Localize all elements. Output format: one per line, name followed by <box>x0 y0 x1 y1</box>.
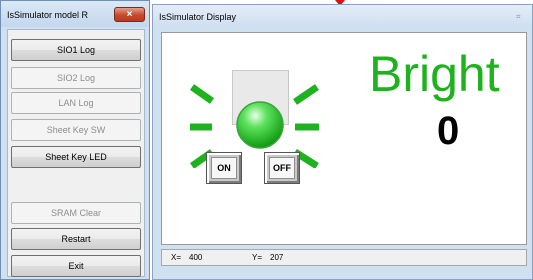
bright-value: 0 <box>437 109 460 153</box>
sio1-log-button[interactable]: SIO1 Log <box>11 39 141 61</box>
window-title: IsSimulator Display <box>159 12 237 22</box>
y-coordinate-value: 207 <box>270 253 284 262</box>
x-coordinate-label: X= <box>171 253 182 262</box>
sheet-key-led-button[interactable]: Sheet Key LED <box>11 146 141 168</box>
display-area: Bright 0 ON OFF <box>161 32 527 245</box>
bright-label: Bright <box>369 46 500 102</box>
sheet-key-sw-button[interactable]: Sheet Key SW <box>11 119 141 141</box>
close-icon[interactable]: ⌗ <box>516 12 530 23</box>
led-ray <box>293 84 319 105</box>
window-title: IsSimulator model R <box>7 10 89 20</box>
on-button-label: ON <box>211 157 237 179</box>
led-ray <box>189 84 215 104</box>
simulator-display-window: IsSimulator Display ⌗ Bright 0 ON OFF X=… <box>152 4 533 280</box>
sram-clear-button[interactable]: SRAM Clear <box>11 202 141 224</box>
close-button[interactable]: × <box>114 7 145 22</box>
off-button-label: OFF <box>269 157 295 179</box>
sio2-log-button[interactable]: SIO2 Log <box>11 67 141 89</box>
exit-button[interactable]: Exit <box>11 255 141 277</box>
off-button[interactable]: OFF <box>264 152 300 184</box>
status-bar: X= 400 Y= 207 <box>161 249 527 266</box>
on-button[interactable]: ON <box>206 152 242 184</box>
close-icon: × <box>126 9 133 20</box>
restart-button[interactable]: Restart <box>11 228 141 250</box>
y-coordinate-label: Y= <box>252 253 263 262</box>
title-bar[interactable]: IsSimulator Display ⌗ <box>153 5 532 27</box>
led-indicator <box>189 84 319 168</box>
lan-log-button[interactable]: LAN Log <box>11 92 141 114</box>
x-coordinate-value: 400 <box>189 253 203 262</box>
simulator-control-window: IsSimulator model R × SIO1 Log SIO2 Log … <box>0 0 150 280</box>
led-bulb <box>236 101 284 149</box>
title-bar[interactable]: IsSimulator model R × <box>1 1 149 27</box>
control-panel: SIO1 Log SIO2 Log LAN Log Sheet Key SW S… <box>7 29 145 277</box>
